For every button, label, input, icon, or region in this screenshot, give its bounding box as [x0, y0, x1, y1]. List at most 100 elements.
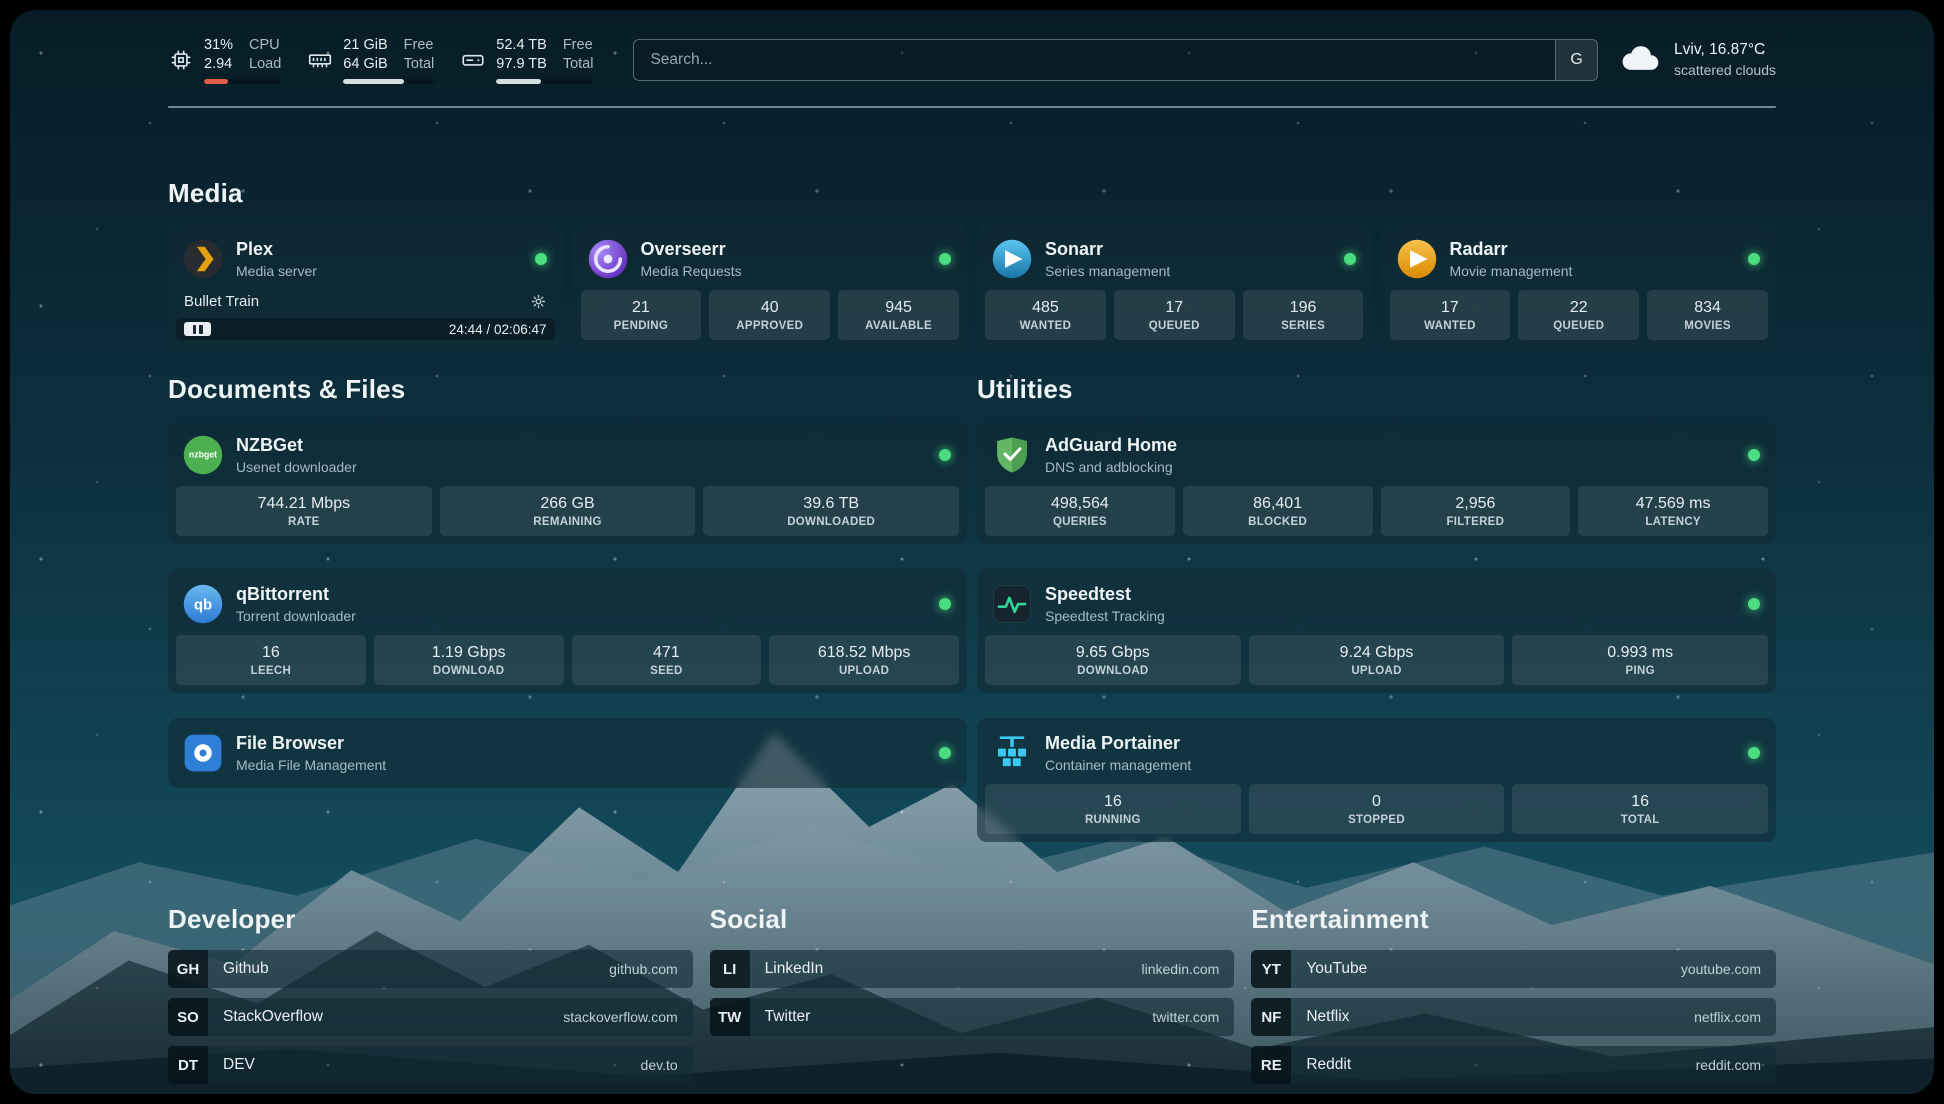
stat-box: 39.6 TBDOWNLOADED	[703, 486, 959, 536]
stat-box: 16LEECH	[176, 635, 366, 685]
service-subtitle: Media server	[236, 262, 317, 280]
nzbget-icon-text: nzbget	[189, 450, 217, 460]
pause-button[interactable]	[184, 322, 211, 336]
weather-widget: Lviv, 16.87°C scattered clouds	[1618, 40, 1776, 80]
service-subtitle: DNS and adblocking	[1045, 458, 1177, 476]
stat-box: 16TOTAL	[1512, 784, 1768, 834]
stat-value: 86,401	[1187, 495, 1369, 513]
service-name: Plex	[236, 238, 317, 261]
stats-row: 16RUNNING0STOPPED16TOTAL	[985, 784, 1768, 834]
stats-row: 485WANTED17QUEUED196SERIES	[985, 290, 1364, 340]
nzbget-icon: nzbget	[182, 434, 224, 476]
memory-icon	[307, 47, 333, 73]
service-card-sonarr[interactable]: Sonarr Series management 485WANTED17QUEU…	[977, 224, 1372, 348]
stat-value: 498,564	[989, 495, 1171, 513]
stat-value: 0	[1253, 793, 1501, 811]
status-dot	[1748, 449, 1760, 461]
search-provider-button[interactable]: G	[1555, 40, 1597, 80]
service-card-overseerr[interactable]: Overseerr Media Requests 21PENDING40APPR…	[573, 224, 968, 348]
bookmark-abbr: LI	[710, 950, 750, 988]
stat-label: WANTED	[1394, 320, 1507, 332]
service-card-qbittorrent[interactable]: qb qBittorrent Torrent downloader 16LEEC…	[168, 569, 967, 693]
stat-box: 1.19 GbpsDOWNLOAD	[374, 635, 564, 685]
memory-widget: 21 GiB 64 GiB Free Total	[307, 36, 434, 84]
cpu-usage-value: 31%	[204, 36, 233, 55]
bookmark-name: DEV	[208, 1046, 255, 1084]
stat-box: 498,564 QUERIES	[985, 486, 1175, 536]
service-card-portainer[interactable]: Media Portainer Container management 16R…	[977, 718, 1776, 842]
stat-label: UPLOAD	[1253, 665, 1501, 677]
stat-label: RUNNING	[989, 814, 1237, 826]
playback-bar[interactable]: 24:44 / 02:06:47	[176, 318, 555, 340]
service-name: Speedtest	[1045, 583, 1165, 606]
bookmark-row[interactable]: GHGithubgithub.com	[168, 950, 693, 988]
stat-box: 9.24 GbpsUPLOAD	[1249, 635, 1505, 685]
bookmark-name: Netflix	[1291, 998, 1349, 1036]
service-subtitle: Container management	[1045, 756, 1191, 774]
stat-value: 2,956	[1385, 495, 1567, 513]
stat-value: 17	[1394, 299, 1507, 317]
section-utilities: Utilities	[977, 374, 1776, 842]
service-card-adguard[interactable]: AdGuard Home DNS and adblocking 498,564 Q…	[977, 420, 1776, 544]
radarr-icon	[1396, 238, 1438, 280]
stats-row: 9.65 GbpsDOWNLOAD9.24 GbpsUPLOAD0.993 ms…	[985, 635, 1768, 685]
search-input[interactable]	[633, 39, 1598, 81]
bookmark-row[interactable]: SOStackOverflowstackoverflow.com	[168, 998, 693, 1036]
bookmark-abbr: YT	[1251, 950, 1291, 988]
memory-free-value: 21 GiB	[343, 36, 387, 55]
cpu-label: CPU	[249, 36, 281, 55]
disk-icon	[460, 47, 486, 73]
playback-time: 24:44 / 02:06:47	[449, 322, 547, 337]
weather-location: Lviv, 16.87°C	[1674, 40, 1776, 61]
section-title-documents: Documents & Files	[168, 374, 967, 405]
bookmark-group-entertainment: Entertainment YTYouTubeyoutube.comNFNetf…	[1251, 904, 1776, 1084]
bookmark-row[interactable]: YTYouTubeyoutube.com	[1251, 950, 1776, 988]
status-dot	[939, 598, 951, 610]
stat-label: DOWNLOAD	[989, 665, 1237, 677]
stat-label: WANTED	[989, 320, 1102, 332]
bookmark-list: GHGithubgithub.com SOStackOverflowstackov…	[168, 950, 693, 1084]
stat-value: 834	[1651, 299, 1764, 317]
bookmark-url: twitter.com	[1152, 998, 1234, 1036]
stat-label: SERIES	[1247, 320, 1360, 332]
disk-free-value: 52.4 TB	[496, 36, 547, 55]
cpu-usage-bar	[204, 79, 281, 84]
stat-box: 945AVAILABLE	[838, 290, 959, 340]
status-dot	[939, 449, 951, 461]
service-card-radarr[interactable]: Radarr Movie management 17WANTED22QUEUED…	[1382, 224, 1777, 348]
service-name: Radarr	[1450, 238, 1573, 261]
portainer-icon	[991, 732, 1033, 774]
service-card-speedtest[interactable]: Speedtest Speedtest Tracking 9.65 GbpsDO…	[977, 569, 1776, 693]
stat-label: LEECH	[180, 665, 362, 677]
gear-icon[interactable]	[530, 293, 547, 310]
stat-value: 22	[1522, 299, 1635, 317]
stat-box: 40APPROVED	[709, 290, 830, 340]
bookmark-row[interactable]: RERedditreddit.com	[1251, 1046, 1776, 1084]
cpu-widget: 31% 2.94 CPU Load	[168, 36, 281, 84]
stat-label: QUERIES	[989, 516, 1171, 528]
bookmark-row[interactable]: DTDEVdev.to	[168, 1046, 693, 1084]
service-name: AdGuard Home	[1045, 434, 1177, 457]
section-documents: Documents & Files nzbget	[168, 374, 967, 788]
stat-box: 485WANTED	[985, 290, 1106, 340]
qbittorrent-icon-text: qb	[194, 598, 212, 614]
bookmark-row[interactable]: LILinkedInlinkedin.com	[710, 950, 1235, 988]
status-dot	[939, 253, 951, 265]
bookmark-url: youtube.com	[1681, 950, 1776, 988]
service-name: qBittorrent	[236, 583, 356, 606]
bookmark-row[interactable]: NFNetflixnetflix.com	[1251, 998, 1776, 1036]
stat-value: 618.52 Mbps	[773, 644, 955, 662]
service-card-filebrowser[interactable]: File Browser Media File Management	[168, 718, 967, 788]
bookmark-row[interactable]: TWTwittertwitter.com	[710, 998, 1235, 1036]
stat-label: DOWNLOAD	[378, 665, 560, 677]
speedtest-icon	[991, 583, 1033, 625]
service-card-nzbget[interactable]: nzbget NZBGet Usenet downloader 744.21 M…	[168, 420, 967, 544]
bookmark-url: github.com	[609, 950, 692, 988]
service-card-plex[interactable]: Plex Media server Bullet Train	[168, 224, 563, 348]
search-bar: G	[633, 39, 1598, 81]
stat-label: SEED	[576, 665, 758, 677]
stat-label: MOVIES	[1651, 320, 1764, 332]
stats-row: 16LEECH1.19 GbpsDOWNLOAD471SEED618.52 Mb…	[176, 635, 959, 685]
adguard-icon	[991, 434, 1033, 476]
stat-box: 47.569 msLATENCY	[1578, 486, 1768, 536]
